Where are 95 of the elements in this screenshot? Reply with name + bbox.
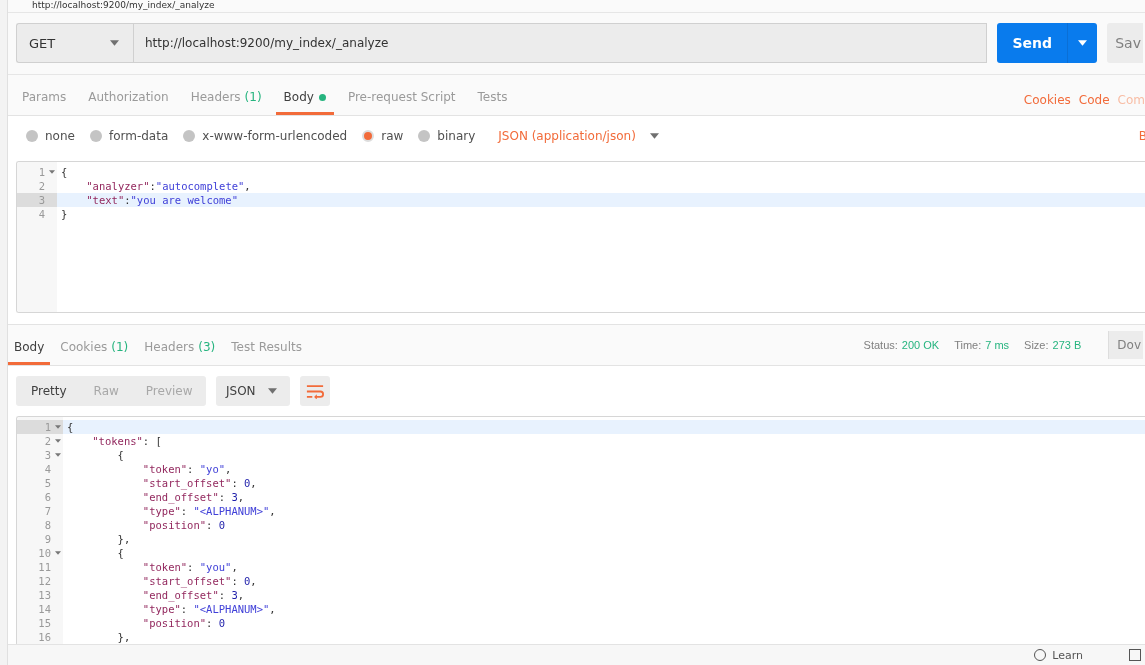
line-number: 4 [37, 207, 46, 221]
code-line: "token": "yo", [141, 462, 233, 476]
radio-button[interactable] [183, 130, 196, 142]
view-mode-tab[interactable]: Pretty [16, 384, 79, 398]
meta-label: Status: [863, 339, 898, 351]
radio-button[interactable] [89, 130, 102, 142]
response-tab[interactable]: Cookies (1) [54, 340, 135, 365]
code-line: { [116, 546, 125, 560]
code-line: "start_offset": 0, [141, 476, 258, 490]
wrap-lines-icon [306, 383, 324, 399]
line-number: 3 [17, 193, 57, 207]
caret-icon [1078, 40, 1088, 46]
caret-icon [55, 551, 61, 555]
fold-caret-icon[interactable] [47, 170, 55, 174]
code-line: "type": "<ALPHANUM>", [141, 504, 277, 518]
fold-caret-icon[interactable] [53, 425, 61, 429]
radio-button[interactable] [362, 130, 375, 142]
line-number: 2 [17, 434, 63, 448]
meta-value: 7 ms [985, 339, 1010, 351]
code-line: "end_offset": 3, [141, 490, 246, 504]
wrap-lines-button[interactable] [300, 376, 330, 406]
line-number: 2 [37, 179, 46, 193]
fold-caret-icon[interactable] [53, 551, 61, 555]
line-number: 9 [43, 532, 52, 546]
send-button[interactable]: Send [997, 23, 1068, 63]
caret-icon [55, 439, 61, 443]
line-number: 12 [37, 574, 52, 588]
line-number: 1 [17, 165, 57, 179]
save-button[interactable]: Sav [1107, 23, 1143, 63]
radio-button[interactable] [418, 130, 431, 142]
fold-caret-icon[interactable] [53, 453, 61, 457]
code-editor[interactable]: 1 2 3 4 { "analyzer":"autocomplete", "text":"you are welcome" } [16, 161, 1145, 313]
radio-label: binary [437, 129, 476, 143]
radio-label: x-www-form-urlencoded [202, 129, 348, 143]
code-line: "position": 0 [141, 518, 227, 532]
meta-label: Time: [954, 339, 982, 351]
format-dropdown[interactable]: JSON [216, 376, 290, 406]
caret-icon [110, 40, 119, 46]
code-line: { [60, 165, 69, 179]
download-button[interactable]: Dov [1108, 331, 1143, 359]
link[interactable]: Code [1078, 93, 1110, 107]
response-tab[interactable]: Headers (3) [138, 340, 222, 365]
content-type-dropdown[interactable]: JSON (application/json) [498, 129, 659, 143]
line-number: 11 [37, 560, 52, 574]
meta-label: Size: [1024, 339, 1049, 351]
radio-button[interactable] [26, 130, 38, 142]
send-options-button[interactable] [1067, 23, 1098, 63]
request-tab[interactable]: Authorization [80, 90, 177, 115]
request-title: http://localhost:9200/my_index/_analyze [31, 0, 216, 11]
caret-icon [55, 453, 61, 457]
line-number: 7 [43, 504, 52, 518]
code-line: "start_offset": 0, [141, 574, 258, 588]
line-number: 14 [37, 602, 52, 616]
code-line: "type": "<ALPHANUM>", [141, 602, 277, 616]
radio-label: none [45, 129, 75, 143]
meta-value: 273 B [1052, 339, 1082, 351]
meta-value: 200 OK [901, 339, 940, 351]
radio-label: raw [381, 129, 404, 143]
code-line: "tokens": [ [91, 434, 163, 448]
line-number: 5 [43, 476, 52, 490]
line-number: 1 [17, 420, 63, 434]
response-tab[interactable]: Test Results [225, 340, 308, 365]
code-line: "analyzer":"autocomplete", [85, 179, 252, 193]
code-line: { [116, 448, 125, 462]
line-number: 6 [43, 490, 52, 504]
line-number: 3 [17, 448, 63, 462]
request-tab[interactable]: Params [14, 90, 75, 115]
caret-icon [649, 133, 659, 139]
learn-link[interactable]: Learn [1052, 648, 1083, 662]
code-line: "token": "you", [141, 560, 239, 574]
line-number: 4 [43, 462, 52, 476]
code-line: "end_offset": 3, [141, 588, 246, 602]
fold-caret-icon[interactable] [53, 439, 61, 443]
line-number: 8 [43, 518, 52, 532]
link[interactable]: Cookies [1023, 93, 1071, 107]
line-number: 16 [37, 630, 52, 644]
caret-icon [49, 170, 55, 174]
code-line: }, [116, 630, 132, 644]
request-tab[interactable]: Headers (1) [182, 90, 270, 115]
layout-icon[interactable] [1129, 649, 1141, 661]
code-line: "position": 0 [141, 616, 227, 630]
url-field[interactable]: http://localhost:9200/my_index/_analyze [133, 23, 988, 63]
code-line: }, [116, 532, 132, 546]
caret-icon [55, 425, 61, 429]
view-mode-tab[interactable]: Raw [78, 384, 131, 398]
view-mode-tab[interactable]: Preview [130, 384, 205, 398]
line-number: 15 [37, 616, 52, 630]
line-number: 10 [17, 546, 63, 560]
request-tab[interactable]: Pre-request Script [339, 90, 464, 115]
method-dropdown[interactable]: GET [16, 23, 133, 63]
code-line: } [60, 207, 69, 221]
request-tab[interactable]: Tests [469, 90, 516, 115]
radio-label: form-data [108, 129, 169, 143]
caret-icon [268, 388, 277, 394]
line-number: 13 [37, 588, 52, 602]
